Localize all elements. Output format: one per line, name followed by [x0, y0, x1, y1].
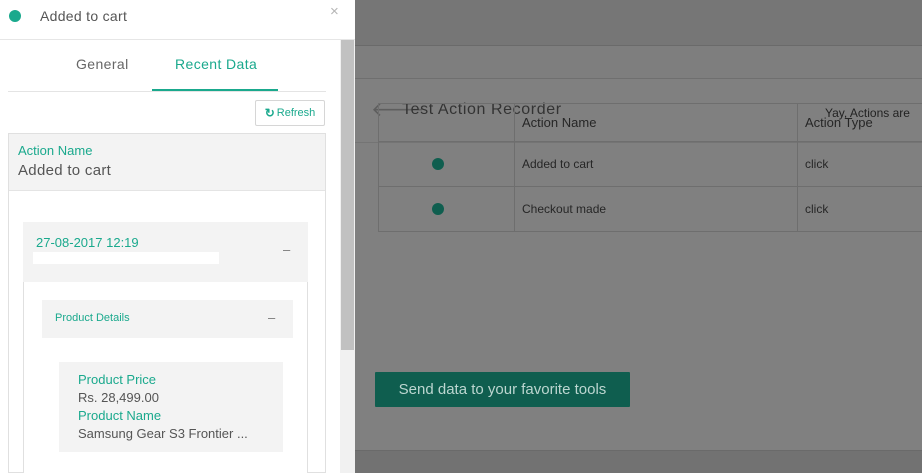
active-dot-icon: [432, 158, 444, 170]
panel-tabs: General Recent Data: [8, 40, 326, 92]
status-dot-icon: [9, 10, 21, 22]
product-details-title: Product Details: [55, 312, 130, 324]
row-action-type: click: [797, 141, 922, 187]
table-row[interactable]: Checkout made click: [378, 186, 922, 232]
recent-data-panel: Added to cart × General Recent Data ↻ Re…: [0, 0, 355, 473]
active-tab-indicator: [152, 89, 278, 91]
action-name-label: Action Name: [18, 143, 93, 158]
product-name-value: Samsung Gear S3 Frontier ...: [78, 426, 248, 441]
collapse-section-toggle[interactable]: –: [268, 310, 275, 325]
row-status-cell: [378, 141, 515, 187]
action-name-value: Added to cart: [18, 162, 112, 179]
collapse-entry-toggle[interactable]: –: [283, 242, 290, 257]
send-data-button[interactable]: Send data to your favorite tools: [375, 372, 630, 407]
action-card-header: Action Name Added to cart: [9, 134, 325, 191]
table-header-action-name: Action Name: [514, 103, 798, 142]
panel-scrollbar[interactable]: [340, 40, 355, 473]
table-header-status: [378, 103, 515, 142]
product-price-label: Product Price: [78, 372, 157, 387]
tab-general[interactable]: General: [76, 56, 129, 72]
product-details-box: Product Price Rs. 28,499.00 Product Name…: [59, 362, 283, 452]
active-dot-icon: [432, 203, 444, 215]
panel-title: Added to cart: [40, 8, 128, 24]
product-name-label: Product Name: [78, 408, 162, 423]
row-action-type: click: [797, 186, 922, 232]
scrollbar-thumb[interactable]: [341, 40, 354, 350]
redacted-text: [33, 252, 219, 264]
product-price-value: Rs. 28,499.00: [78, 390, 159, 405]
table-row[interactable]: Added to cart click: [378, 141, 922, 187]
refresh-label: Refresh: [276, 107, 316, 119]
page-topbar: [355, 0, 922, 46]
background-page: 🡐 Test Action Recorder Yay, Actions are …: [355, 0, 922, 473]
refresh-button[interactable]: ↻ Refresh: [255, 100, 325, 126]
refresh-icon: ↻: [264, 106, 275, 120]
actions-table: Action Name Action Type Added to cart cl…: [378, 103, 922, 232]
action-card: Action Name Added to cart 27-08-2017 12:…: [8, 133, 326, 473]
entry-timestamp: 27-08-2017 12:19: [36, 235, 139, 250]
row-action-name: Checkout made: [514, 186, 798, 232]
row-status-cell: [378, 186, 515, 232]
panel-header: Added to cart ×: [0, 0, 355, 40]
table-header-action-type: Action Type: [797, 103, 922, 142]
data-entry-body: Product Details – Product Price Rs. 28,4…: [23, 282, 308, 473]
page-footer-bar: [355, 450, 922, 473]
product-details-header[interactable]: Product Details –: [42, 300, 293, 338]
data-entry-header[interactable]: 27-08-2017 12:19 –: [23, 222, 308, 282]
row-action-name: Added to cart: [514, 141, 798, 187]
tab-recent-data[interactable]: Recent Data: [175, 56, 257, 72]
close-icon[interactable]: ×: [330, 3, 339, 20]
table-header-row: Action Name Action Type: [378, 103, 922, 142]
